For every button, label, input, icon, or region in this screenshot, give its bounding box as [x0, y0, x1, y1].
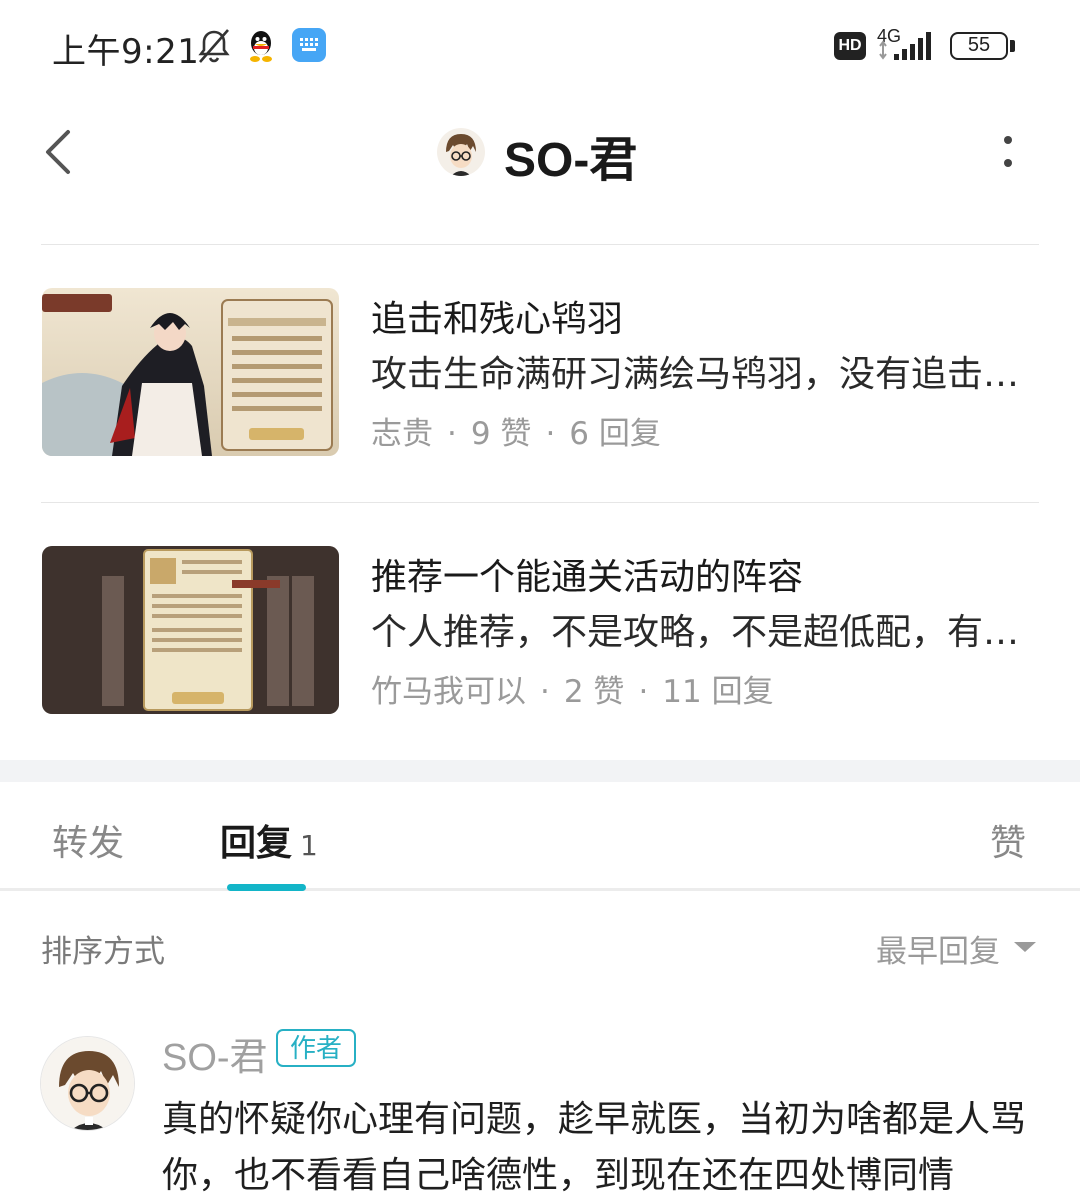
post-author[interactable]: 志贵 — [371, 416, 433, 452]
tab-like[interactable]: 赞 — [990, 814, 1026, 866]
post-likes: 2 赞 — [563, 674, 625, 710]
tab-reply-label: 回复 — [220, 823, 293, 864]
separator: · — [638, 674, 649, 710]
hd-icon: HD — [834, 32, 866, 60]
caret-down-icon[interactable] — [1014, 942, 1036, 952]
qq-icon — [250, 31, 272, 62]
post-title[interactable]: 追击和残心鸨羽 — [371, 290, 623, 342]
post-author[interactable]: 竹马我可以 — [371, 674, 526, 710]
status-time: 上午9:21 — [52, 32, 200, 72]
sort-dropdown[interactable]: 最早回复 — [876, 926, 1000, 971]
reply-author[interactable]: SO-君 — [162, 1026, 268, 1081]
post-thumbnail[interactable] — [42, 288, 339, 456]
separator: · — [545, 416, 556, 452]
reply-avatar[interactable] — [40, 1036, 135, 1131]
tab-indicator — [227, 884, 306, 891]
keyboard-icon — [292, 28, 326, 62]
post-excerpt[interactable]: 个人推荐，不是攻略，不是超低配，有需要的可以参考一下 — [371, 603, 1039, 655]
author-badge: 作者 — [276, 1029, 357, 1067]
post-replies: 6 回复 — [569, 416, 661, 452]
chevron-left-icon[interactable] — [38, 126, 78, 178]
signal-icon — [879, 32, 931, 60]
battery-icon: 55 — [950, 32, 1008, 60]
divider — [41, 502, 1039, 503]
separator: · — [447, 416, 457, 452]
header-avatar[interactable] — [437, 128, 485, 176]
post-excerpt[interactable]: 攻击生命满研习满绘马鸨羽，没有追击和残心的高伤害选择 — [371, 345, 1039, 397]
separator: · — [540, 674, 550, 710]
post-meta: 竹马我可以 · 2 赞 · 11 回复 — [371, 666, 774, 711]
post-meta: 志贵 · 9 赞 · 6 回复 — [371, 408, 661, 453]
section-divider — [0, 760, 1080, 782]
post-replies: 11 回复 — [662, 674, 774, 710]
tab-repost[interactable]: 转发 — [52, 814, 124, 866]
post-title[interactable]: 推荐一个能通关活动的阵容 — [371, 548, 803, 600]
bell-off-icon — [198, 29, 230, 63]
tab-reply[interactable]: 回复 1 — [220, 814, 318, 866]
battery-cap — [1010, 40, 1015, 52]
sort-label: 排序方式 — [41, 934, 165, 970]
tab-reply-count: 1 — [300, 829, 318, 862]
post-thumbnail[interactable] — [42, 546, 339, 714]
page-title: SO-君 — [504, 134, 638, 187]
tabs-divider — [0, 888, 1080, 891]
divider — [41, 244, 1039, 245]
more-vertical-icon[interactable] — [996, 132, 1020, 172]
reply-text: 真的怀疑你心理有问题，趁早就医，当初为啥都是人骂你，也不看看自己啥德性，到现在还… — [162, 1099, 1027, 1196]
post-likes: 9 赞 — [470, 416, 532, 452]
